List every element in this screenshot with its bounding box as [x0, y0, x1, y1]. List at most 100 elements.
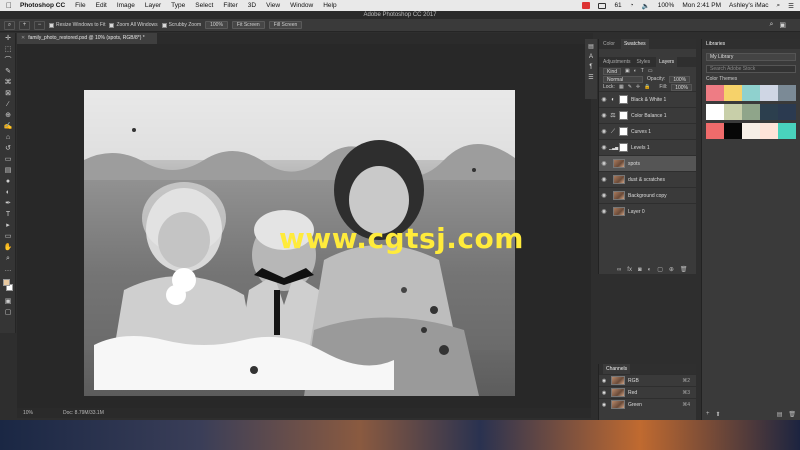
eyedropper-icon[interactable]: ∕: [3, 101, 13, 109]
layer-row[interactable]: ◉ ▁▃▅ Levels 1: [599, 139, 696, 155]
frame-tool-icon[interactable]: ⊠: [3, 90, 13, 98]
user-name[interactable]: Ashley's iMac: [729, 2, 769, 9]
layer-row[interactable]: ◉ dust & scratches: [599, 171, 696, 187]
menu-type[interactable]: Type: [171, 2, 185, 9]
screen-mode-icon[interactable]: ▢: [3, 309, 13, 317]
visibility-eye-icon[interactable]: ◉: [599, 112, 609, 119]
layer-name[interactable]: Layer 0: [628, 209, 645, 215]
color-swatch[interactable]: [778, 104, 796, 120]
layer-name[interactable]: Background copy: [628, 193, 667, 199]
healing-brush-icon[interactable]: ⊕: [3, 112, 13, 120]
app-menu[interactable]: Photoshop CC: [20, 2, 65, 9]
menu-window[interactable]: Window: [290, 2, 313, 9]
layer-name[interactable]: Color Balance 1: [631, 113, 667, 119]
move-tool-icon[interactable]: ✛: [3, 35, 13, 43]
filter-shape-icon[interactable]: ▭: [648, 67, 653, 75]
color-swatch[interactable]: [760, 104, 778, 120]
zoom-out-icon[interactable]: −: [34, 20, 45, 30]
blur-tool-icon[interactable]: ●: [3, 178, 13, 186]
gradient-icon[interactable]: ▤: [3, 167, 13, 175]
path-select-icon[interactable]: ▸: [3, 222, 13, 230]
scrubby-checkbox[interactable]: [161, 22, 167, 28]
fx-icon[interactable]: fx: [627, 267, 632, 273]
close-tab-icon[interactable]: ✕: [21, 35, 25, 41]
spotlight-icon[interactable]: ⌕: [777, 2, 781, 10]
color-swatch[interactable]: [724, 123, 742, 139]
add-mask-icon[interactable]: ◙: [638, 267, 642, 273]
add-content-icon[interactable]: +: [706, 411, 710, 418]
color-theme-row[interactable]: [706, 85, 796, 101]
color-swatch[interactable]: [724, 104, 742, 120]
zoom-in-icon[interactable]: +: [19, 20, 30, 30]
fit-screen-button[interactable]: Fit Screen: [231, 21, 265, 29]
color-swatch[interactable]: [706, 85, 724, 101]
menu-layer[interactable]: Layer: [145, 2, 161, 9]
workspace-icon[interactable]: ▣: [779, 21, 786, 29]
layer-kind-filter[interactable]: Kind: [603, 67, 622, 75]
channel-eye-icon[interactable]: ◉: [599, 402, 609, 408]
color-swatch[interactable]: [778, 85, 796, 101]
dodge-tool-icon[interactable]: ◐: [3, 189, 13, 197]
battery-level[interactable]: 100%: [658, 2, 675, 9]
clock[interactable]: Mon 2:41 PM: [682, 2, 721, 9]
trash-icon[interactable]: 🗑: [680, 266, 688, 273]
lock-transparent-icon[interactable]: ▦: [619, 83, 624, 91]
layer-mask-thumb[interactable]: [619, 127, 628, 136]
channel-row[interactable]: ◉ Green ⌘4: [599, 398, 696, 410]
color-swatch[interactable]: [760, 123, 778, 139]
apple-menu-icon[interactable]: : [6, 1, 12, 10]
color-theme-row[interactable]: [706, 104, 796, 120]
color-swatch[interactable]: [724, 85, 742, 101]
color-swatch[interactable]: [778, 123, 796, 139]
pen-tool-icon[interactable]: ✒: [3, 200, 13, 208]
canvas-area[interactable]: www.cgtsj.com: [17, 44, 591, 418]
channel-row[interactable]: ◉ RGB ⌘2: [599, 374, 696, 386]
resize-checkbox[interactable]: [49, 22, 54, 28]
library-trash-icon[interactable]: 🗑: [788, 411, 796, 418]
library-search-input[interactable]: Search Adobe Stock: [706, 65, 796, 73]
layer-name[interactable]: Black & White 1: [631, 97, 666, 103]
crop-tool-icon[interactable]: ⌘: [3, 79, 13, 87]
color-themes-heading[interactable]: Color Themes: [702, 76, 800, 82]
tab-styles[interactable]: Styles: [637, 57, 651, 67]
layer-row[interactable]: ◉ ◐ Black & White 1: [599, 91, 696, 107]
zoom-all-checkbox[interactable]: [109, 22, 115, 28]
library-select[interactable]: My Library: [706, 53, 796, 61]
color-swatch[interactable]: [706, 123, 724, 139]
blend-mode-select[interactable]: Normal: [603, 75, 643, 83]
clone-stamp-icon[interactable]: ⌂: [3, 134, 13, 142]
tab-swatches[interactable]: Swatches: [620, 39, 649, 49]
status-zoom[interactable]: 10%: [23, 408, 33, 418]
zoom-100-button[interactable]: 100%: [205, 21, 228, 29]
filter-type-icon[interactable]: T: [641, 67, 644, 75]
menu-edit[interactable]: Edit: [96, 2, 107, 9]
menu-view[interactable]: View: [266, 2, 280, 9]
fill-screen-button[interactable]: Fill Screen: [268, 21, 303, 29]
visibility-eye-icon[interactable]: ◉: [599, 176, 609, 183]
color-swatch[interactable]: [742, 104, 760, 120]
status-doc-size[interactable]: Doc: 8.79M/33.1M: [63, 408, 104, 418]
new-adjustment-icon[interactable]: ◐: [648, 267, 652, 273]
edit-toolbar-icon[interactable]: …: [3, 266, 13, 274]
layer-row[interactable]: ◉ ⚖ Color Balance 1: [599, 107, 696, 123]
zoom-all-option[interactable]: Zoom All Windows: [109, 22, 158, 28]
menu-file[interactable]: File: [75, 2, 85, 9]
visibility-eye-icon[interactable]: ◉: [599, 144, 609, 151]
brush-tool-icon[interactable]: ✍: [3, 123, 13, 131]
visibility-eye-icon[interactable]: ◉: [599, 96, 609, 103]
layer-row[interactable]: ◉ Background copy: [599, 187, 696, 203]
menu-3d[interactable]: 3D: [248, 2, 256, 9]
channel-name[interactable]: Red: [628, 390, 637, 396]
search-icon[interactable]: ⌕: [769, 21, 773, 29]
layer-name[interactable]: dust & scratches: [628, 177, 665, 183]
new-layer-icon[interactable]: ⊕: [669, 266, 674, 273]
menu-image[interactable]: Image: [117, 2, 135, 9]
lasso-tool-icon[interactable]: ⌒: [3, 57, 13, 65]
channel-eye-icon[interactable]: ◉: [599, 378, 609, 384]
opacity-field[interactable]: 100%: [669, 75, 691, 83]
visibility-eye-icon[interactable]: ◉: [599, 208, 609, 215]
layer-name[interactable]: Curves 1: [631, 129, 651, 135]
color-swatch[interactable]: [760, 85, 778, 101]
quick-select-icon[interactable]: ✎: [3, 68, 13, 76]
visibility-eye-icon[interactable]: ◉: [599, 160, 609, 167]
